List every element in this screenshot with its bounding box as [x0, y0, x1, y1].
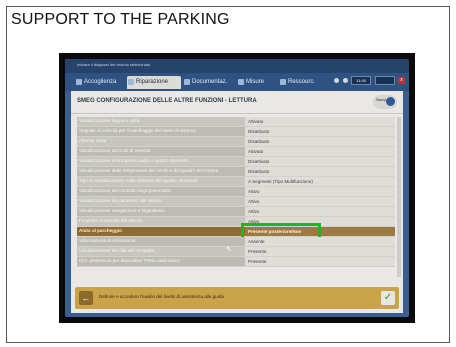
- row-value: Disattivato: [245, 167, 395, 176]
- tab-label: Documentaz.: [192, 79, 228, 85]
- row-value: Attivato: [245, 147, 395, 156]
- row-value: Disattivato: [245, 137, 395, 146]
- row-label: ISO: preferenza per dispositivo TPMS aut…: [79, 258, 180, 263]
- row-label: Visualizzazione informazioni audio e qua…: [79, 158, 189, 163]
- row-value: Attivo: [245, 187, 395, 196]
- table-row[interactable]: Funzione di servizio del veicolo Attivo: [77, 217, 395, 227]
- check-icon: ✓: [383, 292, 393, 303]
- main-panel: SMEG CONFIGURAZIONE DELLE ALTRE FUNZIONI…: [71, 91, 403, 313]
- row-label: Visualizzazione del controllo degli pneu…: [79, 188, 172, 193]
- row-value: Attivo: [245, 197, 395, 206]
- config-table: Visualizzazione lingua e unità Attivato Se…: [77, 117, 395, 267]
- status-dot-icon: [342, 78, 348, 83]
- tab-label: Riparazione: [136, 79, 169, 85]
- row-label: Segnale di velocità per il cambiaggio de…: [79, 128, 196, 133]
- row-label: Allarme radar: [79, 138, 107, 143]
- printer-icon: [386, 97, 395, 106]
- panel-title: SMEG CONFIGURAZIONE DELLE ALTRE FUNZIONI…: [77, 98, 257, 104]
- table-row[interactable]: Visualizzazione dei dati del computer Pre…: [77, 247, 395, 257]
- row-label: Tipo di visualizzazione sullo schermo de…: [79, 178, 198, 183]
- window-titlebar: Iniziare il diagnosi del veicolo selezio…: [65, 59, 409, 73]
- tab-documentazione[interactable]: Documentaz.: [183, 76, 235, 89]
- panel-header: SMEG CONFIGURAZIONE DELLE ALTRE FUNZIONI…: [71, 91, 403, 114]
- close-icon[interactable]: x: [398, 77, 405, 84]
- row-label: Visualizzazione lingua e unità: [79, 118, 140, 123]
- folder-icon: [280, 79, 286, 85]
- status-dot-icon: [334, 78, 340, 83]
- row-label: Visualizzazione dei limiti di velocità: [79, 148, 151, 153]
- row-label: Aiuto al parcheggio: [79, 228, 122, 233]
- table-row[interactable]: Visualizzazione delle temperature dei ce…: [77, 167, 395, 177]
- row-label: Funzione di servizio del veicolo: [79, 218, 143, 223]
- table-row[interactable]: Segnale di velocità per il cambiaggio de…: [77, 127, 395, 137]
- clock-display: 11:00: [351, 76, 372, 85]
- table-row[interactable]: ISO: preferenza per dispositivo TPMS aut…: [77, 257, 395, 267]
- table-row[interactable]: Visualizzazione del controllo degli pneu…: [77, 187, 395, 197]
- status-box: [374, 76, 395, 85]
- status-area: 11:00 x: [332, 76, 405, 85]
- tab-riparazione[interactable]: Riparazione: [127, 76, 181, 89]
- home-icon: [76, 79, 82, 85]
- tab-label: Accoglienza: [84, 79, 117, 85]
- table-row[interactable]: Videocamera di retromarcia Assente: [77, 237, 395, 247]
- print-button[interactable]: Stampa: [373, 95, 397, 109]
- message-bar: ← Definire e accedere l'ausilio del live…: [75, 287, 399, 309]
- row-value: Attivato: [245, 117, 395, 126]
- row-label: Visualizzazione navigazione e segnaletic…: [79, 208, 165, 213]
- slide-frame: SUPPORT TO THE PARKING Iniziare il diagn…: [6, 6, 450, 343]
- row-label: Visualizzazione dei dati del computer: [79, 248, 155, 253]
- table-row[interactable]: Visualizzazione dei limiti di velocità At…: [77, 147, 395, 157]
- row-value: Disattivato: [245, 157, 395, 166]
- tab-accoglienza[interactable]: Accoglienza: [75, 76, 125, 89]
- wrench-icon: [128, 79, 134, 85]
- tab-label: Ressourc.: [288, 79, 316, 85]
- table-row[interactable]: Visualizzazione informazioni audio e qua…: [77, 157, 395, 167]
- screen-photo: Iniziare il diagnosi del veicolo selezio…: [59, 53, 415, 323]
- row-value: Disattivato: [245, 127, 395, 136]
- row-value: Presente: [245, 247, 395, 256]
- row-value: Assente: [245, 237, 395, 246]
- table-row[interactable]: Tipo di visualizzazione sullo schermo de…: [77, 177, 395, 187]
- table-row[interactable]: Visualizzazione dei parametri del veicol…: [77, 197, 395, 207]
- arrow-left-icon: ←: [81, 293, 91, 303]
- row-value: Presente: [245, 257, 395, 266]
- row-label: Visualizzazione delle temperature dei ce…: [79, 168, 219, 173]
- tab-misure[interactable]: Misure: [237, 76, 277, 89]
- mouse-cursor-icon: ↖: [226, 246, 232, 253]
- gauge-icon: [238, 79, 244, 85]
- slide-heading: SUPPORT TO THE PARKING: [11, 11, 230, 28]
- window-title: Iniziare il diagnosi del veicolo selezio…: [77, 62, 151, 67]
- confirm-button[interactable]: ✓: [381, 291, 395, 305]
- row-label: Videocamera di retromarcia: [79, 238, 136, 243]
- row-value: A Segmenti (Tipo Multifunzione): [245, 177, 395, 186]
- scrollbar[interactable]: [397, 117, 401, 277]
- table-row[interactable]: Visualizzazione navigazione e segnaletic…: [77, 207, 395, 217]
- table-row[interactable]: Visualizzazione lingua e unità Attivato: [77, 117, 395, 127]
- table-row[interactable]: Allarme radar Disattivato: [77, 137, 395, 147]
- tab-ressources[interactable]: Ressourc.: [279, 76, 325, 89]
- tab-label: Misure: [246, 79, 265, 85]
- back-button[interactable]: ←: [79, 291, 93, 305]
- book-icon: [184, 79, 190, 85]
- row-label: Visualizzazione dei parametri del veicol…: [79, 198, 162, 203]
- tab-bar: Accoglienza Riparazione Documentaz. Misu…: [65, 73, 409, 91]
- table-row-selected[interactable]: Aiuto al parcheggio Presente posteriore/N…: [77, 227, 395, 237]
- footer-message: Definire e accedere l'ausilio del livell…: [99, 294, 224, 299]
- row-value: Attivo: [245, 207, 395, 216]
- diagnostic-screen: Iniziare il diagnosi del veicolo selezio…: [65, 59, 409, 317]
